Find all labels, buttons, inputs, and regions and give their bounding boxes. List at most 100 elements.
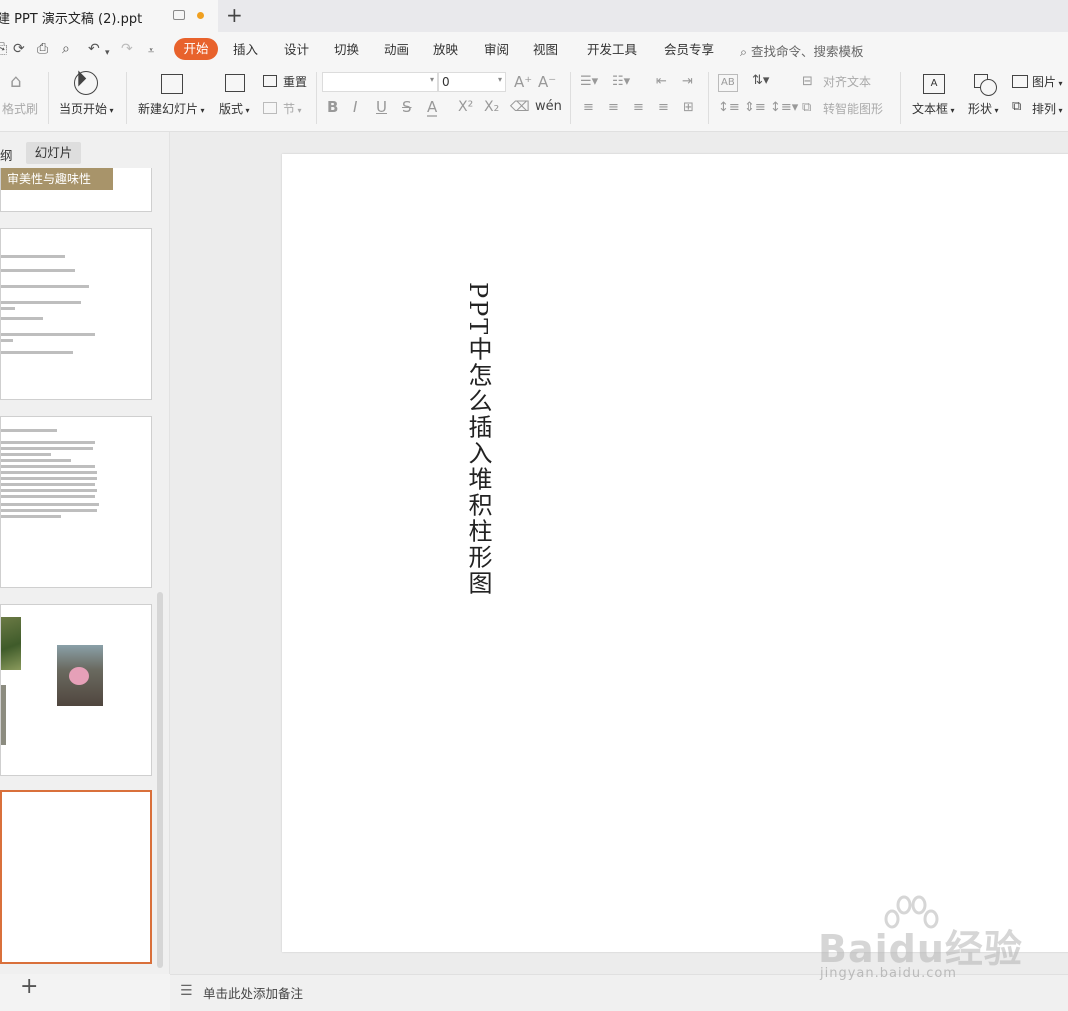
- align-center-icon[interactable]: ≡: [608, 100, 619, 116]
- open-icon[interactable]: ⎘: [0, 41, 7, 57]
- menu-start[interactable]: 开始: [174, 38, 218, 60]
- slide-thumbnail-5[interactable]: [0, 790, 152, 964]
- menu-insert[interactable]: 插入: [233, 42, 258, 58]
- layout-label: 版式: [219, 102, 244, 116]
- undo-dropdown-icon[interactable]: ▾: [105, 45, 110, 61]
- superscript-icon[interactable]: X²: [458, 99, 473, 115]
- reset-icon: [263, 75, 277, 87]
- subscript-icon[interactable]: X₂: [484, 99, 499, 115]
- shape-button[interactable]: 形状 ▾: [968, 102, 999, 118]
- customize-toolbar-icon[interactable]: ⩡: [148, 43, 154, 59]
- chevron-down-icon[interactable]: ▾: [498, 75, 502, 84]
- paragraph-spacing-icon[interactable]: ⇕≡: [744, 100, 766, 116]
- divider: [570, 72, 571, 124]
- print-preview-icon[interactable]: ⌕: [62, 41, 70, 57]
- bullet-list-icon[interactable]: ☰▾: [580, 74, 598, 90]
- document-title: 新建 PPT 演示文稿 (2).ppt: [0, 12, 143, 27]
- thumbnail-scrollbar[interactable]: [157, 592, 163, 968]
- smart-art-icon: ⧉: [802, 100, 812, 115]
- chevron-down-icon: ▾: [295, 106, 302, 115]
- undo-icon[interactable]: ↶: [88, 41, 100, 57]
- align-right-icon[interactable]: ≡: [633, 100, 644, 116]
- menu-design[interactable]: 设计: [284, 42, 309, 58]
- menu-member[interactable]: 会员专享: [664, 42, 714, 58]
- chevron-down-icon[interactable]: ▾: [430, 75, 434, 84]
- menu-review[interactable]: 审阅: [484, 42, 509, 58]
- sort-direction-icon[interactable]: ⇅▾: [752, 73, 769, 89]
- slide-thumbnail-2[interactable]: [0, 228, 152, 400]
- align-left-icon[interactable]: ≡: [583, 100, 594, 116]
- divider: [900, 72, 901, 124]
- text-box-icon: A: [923, 74, 945, 94]
- chevron-down-icon: ▾: [198, 106, 205, 115]
- play-from-current-button[interactable]: 当页开始 ▾: [59, 102, 114, 118]
- tab-outline[interactable]: 纲: [0, 145, 13, 164]
- tab-slides[interactable]: 幻灯片: [26, 142, 81, 164]
- divider: [126, 72, 127, 124]
- menu-developer[interactable]: 开发工具: [587, 42, 637, 58]
- layout-button[interactable]: 版式 ▾: [219, 102, 250, 118]
- chevron-down-icon: ▾: [1056, 79, 1063, 88]
- notes-placeholder[interactable]: 单击此处添加备注: [203, 983, 303, 1002]
- command-search[interactable]: ⌕ 查找命令、搜索模板: [740, 41, 864, 60]
- print-icon[interactable]: ⎙: [37, 41, 48, 57]
- slide-thumbnail-3[interactable]: [0, 416, 152, 588]
- menu-transition[interactable]: 切换: [334, 42, 359, 58]
- clear-format-icon[interactable]: ⌫: [510, 99, 530, 115]
- menu-view[interactable]: 视图: [533, 42, 558, 58]
- font-color-icon[interactable]: A: [427, 99, 438, 117]
- slide-thumbnail-4[interactable]: [0, 604, 152, 776]
- section-button[interactable]: 节 ▾: [283, 102, 302, 118]
- picture-label: 图片: [1032, 75, 1057, 89]
- slide-vertical-textbox[interactable]: PPT中怎么插入堆积柱形图: [464, 282, 492, 596]
- bold-icon[interactable]: B: [327, 99, 338, 115]
- decrease-font-icon[interactable]: A⁻: [538, 74, 556, 90]
- smart-art-button[interactable]: 转智能图形: [823, 102, 883, 116]
- menu-bar: ⎘ ⟳ ⎙ ⌕ ↶ ▾ ↷ ⩡ 开始 插入 设计 切换 动画 放映 审阅 视图 …: [0, 32, 1068, 66]
- decrease-indent-icon[interactable]: ⇤: [656, 74, 667, 90]
- redo-icon[interactable]: ↷: [121, 41, 133, 57]
- chevron-down-icon: ▾: [948, 106, 955, 115]
- font-size-field[interactable]: 0 ▾: [438, 72, 506, 92]
- document-tab[interactable]: 新建 PPT 演示文稿 (2).ppt: [0, 0, 218, 32]
- section-icon: [263, 102, 277, 114]
- italic-icon[interactable]: I: [353, 99, 357, 115]
- phonetic-icon[interactable]: wén: [535, 99, 562, 115]
- numbered-list-icon[interactable]: ☷▾: [612, 74, 630, 90]
- chevron-down-icon: ▾: [1056, 106, 1063, 115]
- photo-grass: [1, 617, 21, 670]
- slide-thumbnail-1[interactable]: 审美性与趣味性: [0, 168, 152, 212]
- increase-indent-icon[interactable]: ⇥: [682, 74, 693, 90]
- arrange-button[interactable]: 排列 ▾: [1032, 102, 1063, 118]
- play-from-current-label: 当页开始: [59, 102, 108, 116]
- reset-button[interactable]: 重置: [283, 75, 307, 89]
- menu-slideshow[interactable]: 放映: [433, 42, 458, 58]
- chevron-down-icon: ▾: [243, 106, 250, 115]
- strikethrough-icon[interactable]: S: [402, 99, 412, 115]
- font-name-field[interactable]: ▾: [322, 72, 438, 92]
- new-slide-button[interactable]: 新建幻灯片 ▾: [138, 102, 205, 118]
- section-label: 节: [283, 102, 296, 116]
- justify-icon[interactable]: ≡: [658, 100, 669, 116]
- picture-button[interactable]: 图片 ▾: [1032, 75, 1063, 91]
- align-text-button[interactable]: 对齐文本: [823, 75, 871, 89]
- line-spacing-icon[interactable]: ↕≡: [718, 100, 740, 116]
- format-copy-icon[interactable]: ⟳: [13, 41, 25, 57]
- increase-font-icon[interactable]: A⁺: [514, 74, 532, 90]
- new-slide-label: 新建幻灯片: [138, 102, 199, 116]
- distribute-icon[interactable]: ⊞: [683, 100, 694, 116]
- menu-animation[interactable]: 动画: [384, 42, 409, 58]
- wps-presentation-window: 新建 PPT 演示文稿 (2).ppt + ⎘ ⟳ ⎙ ⌕ ↶ ▾ ↷ ⩡ 开始…: [0, 0, 1068, 1011]
- monitor-icon[interactable]: [173, 10, 185, 20]
- slide-canvas[interactable]: PPT中怎么插入堆积柱形图: [282, 154, 1068, 952]
- new-tab-button[interactable]: +: [226, 3, 243, 27]
- spacing-dropdown-icon[interactable]: ↕≡▾: [770, 100, 798, 116]
- format-painter-button[interactable]: 格式刷: [2, 102, 38, 116]
- shape-label: 形状: [968, 102, 993, 116]
- shape-circle-icon: [980, 79, 997, 96]
- flower-blossom: [69, 667, 89, 685]
- text-box-button[interactable]: 文本框 ▾: [912, 102, 955, 118]
- text-direction-icon[interactable]: AB: [718, 74, 738, 92]
- add-slide-button[interactable]: +: [20, 974, 38, 999]
- underline-icon[interactable]: U: [376, 99, 387, 115]
